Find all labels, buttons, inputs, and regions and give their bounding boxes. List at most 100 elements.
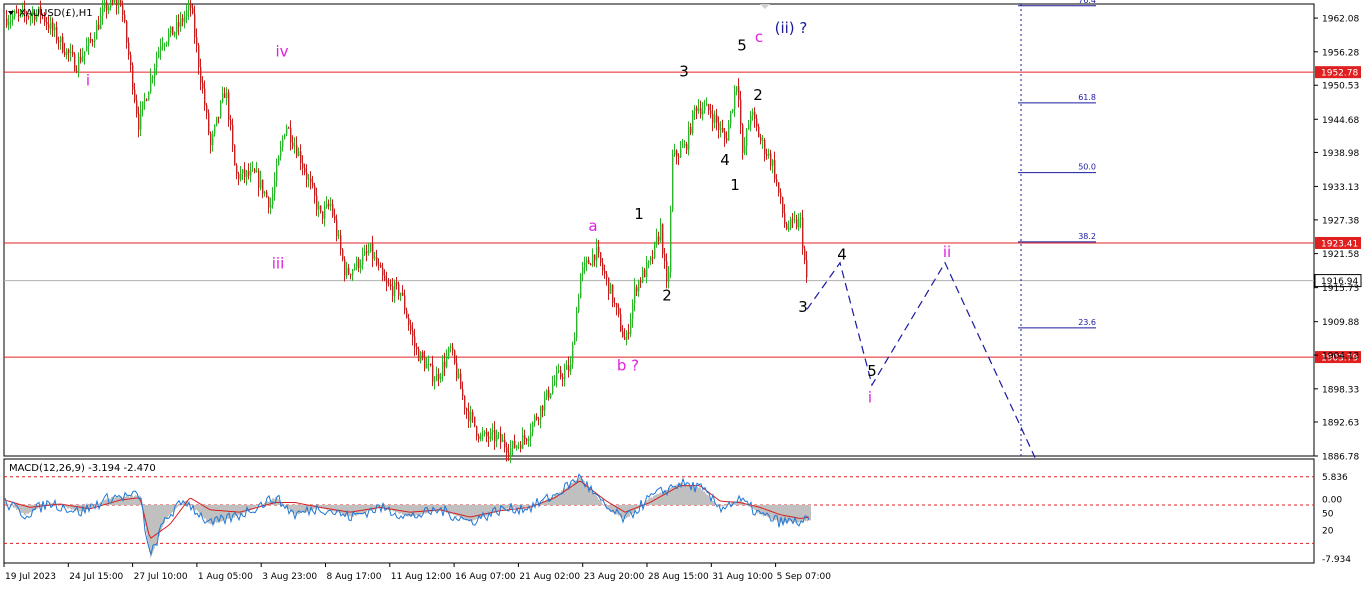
time-axis: 19 Jul 2023 24 Jul 15:00 27 Jul 10:00 1 Aug… <box>3 563 832 582</box>
macd-histogram-bar <box>800 504 801 522</box>
bear-candle-body <box>56 27 58 41</box>
macd-histogram-bar <box>596 495 597 505</box>
macd-histogram-bar <box>301 504 302 513</box>
bear-candle-body <box>200 67 202 83</box>
bear-candle-body <box>468 411 470 422</box>
macd-histogram-bar <box>678 484 679 505</box>
bull-candle-body <box>212 133 214 146</box>
macd-histogram-bar <box>805 504 806 522</box>
bull-candle-body <box>592 254 594 266</box>
bear-candle-body <box>128 42 130 56</box>
bear-candle-body <box>376 257 378 265</box>
bear-candle-body <box>486 431 488 437</box>
bear-candle-body <box>288 127 290 129</box>
bull-candle-body <box>156 57 158 68</box>
bear-candle-body <box>126 21 128 43</box>
bull-candle-body <box>510 448 512 455</box>
macd-histogram-bar <box>546 499 547 505</box>
macd-histogram-bar <box>524 504 525 508</box>
macd-histogram-bar <box>135 495 136 505</box>
macd-histogram-bar <box>28 504 29 514</box>
bull-candle-body <box>164 44 166 46</box>
bear-candle-body <box>130 55 132 66</box>
bear-candle-body <box>652 257 654 259</box>
macd-histogram-bar <box>401 504 402 514</box>
bull-candle-body <box>82 56 84 62</box>
bear-candle-body <box>178 22 180 27</box>
bull-candle-body <box>458 373 460 379</box>
macd-histogram-bar <box>239 504 240 516</box>
bull-candle-body <box>188 4 190 11</box>
macd-histogram-bar <box>118 497 119 505</box>
bear-candle-body <box>74 54 76 71</box>
bear-candle-body <box>562 376 564 379</box>
bear-candle-body <box>194 13 196 38</box>
bear-candle-body <box>764 140 766 155</box>
macd-histogram-bar <box>334 504 335 512</box>
bear-candle-body <box>416 346 418 350</box>
bear-candle-body <box>206 105 208 113</box>
bull-candle-body <box>634 287 636 304</box>
wave-label: (ii) ? <box>775 19 808 37</box>
chart-canvas[interactable]: 1952.781923.411903.791916.94 76.461.850.… <box>0 0 1366 588</box>
bull-candle-body <box>150 77 152 93</box>
bear-candle-body <box>358 259 360 269</box>
bull-candle-body <box>426 364 428 369</box>
macd-histogram-bar <box>723 504 724 506</box>
price-tick-label: 1956.28 <box>1322 48 1359 58</box>
macd-histogram-bar <box>225 504 226 520</box>
time-tick-label: 5 Sep 07:00 <box>777 572 832 582</box>
macd-histogram-bar <box>367 504 368 511</box>
macd-histogram-bar <box>507 504 508 510</box>
macd-histogram-bar <box>701 489 702 505</box>
price-tick-label: 1886.78 <box>1322 453 1359 463</box>
bull-candle-body <box>744 146 746 153</box>
macd-histogram-bar <box>688 484 689 505</box>
macd-histogram-bar <box>397 504 398 513</box>
macd-histogram-bar <box>197 504 198 511</box>
macd-histogram-bar <box>689 484 690 505</box>
bear-candle-body <box>476 426 478 436</box>
macd-histogram-bar <box>277 498 278 505</box>
bull-candle-body <box>240 173 242 180</box>
bull-candle-body <box>434 381 436 383</box>
bear-candle-body <box>644 270 646 278</box>
macd-histogram-bar <box>222 504 223 521</box>
macd-histogram-bar <box>228 504 229 519</box>
macd-histogram-bar <box>195 504 196 511</box>
macd-histogram-bar <box>398 504 399 514</box>
macd-histogram-bar <box>79 504 80 512</box>
macd-histogram-bar <box>132 495 133 505</box>
bear-candle-body <box>430 364 432 366</box>
chart-window[interactable]: 1952.78 1923.41 1903.79 1916.94 76.4 61.8 50.… <box>0 0 1366 588</box>
macd-histogram-bar <box>396 504 397 513</box>
bear-candle-body <box>320 205 322 212</box>
macd-histogram-bar <box>403 504 404 516</box>
bull-candle-body <box>10 19 12 22</box>
macd-histogram-bar <box>705 492 706 505</box>
bull-candle-body <box>564 369 566 379</box>
bear-candle-body <box>6 18 8 26</box>
bull-candle-body <box>554 380 556 385</box>
bear-candle-body <box>724 131 726 139</box>
bull-candle-body <box>250 170 252 176</box>
macd-axis-label: 5.836 <box>1322 473 1348 483</box>
macd-axis-label: 0.00 <box>1322 495 1342 505</box>
bull-candle-body <box>286 127 288 135</box>
macd-histogram-bar <box>242 504 243 515</box>
macd-histogram-bar <box>798 504 799 523</box>
macd-histogram-bar <box>506 504 507 509</box>
bear-candle-body <box>98 24 100 30</box>
bull-candle-body <box>734 91 736 110</box>
bear-candle-body <box>754 111 756 119</box>
bull-candle-body <box>654 242 656 258</box>
macd-histogram-bar <box>696 487 697 505</box>
bear-candle-body <box>244 169 246 177</box>
bear-candle-body <box>676 150 678 157</box>
bear-candle-body <box>536 416 538 419</box>
bear-candle-body <box>262 179 264 194</box>
bear-candle-body <box>72 51 74 55</box>
macd-histogram-bar <box>154 504 155 549</box>
bear-candle-body <box>806 260 808 278</box>
macd-histogram-bar <box>763 504 764 517</box>
